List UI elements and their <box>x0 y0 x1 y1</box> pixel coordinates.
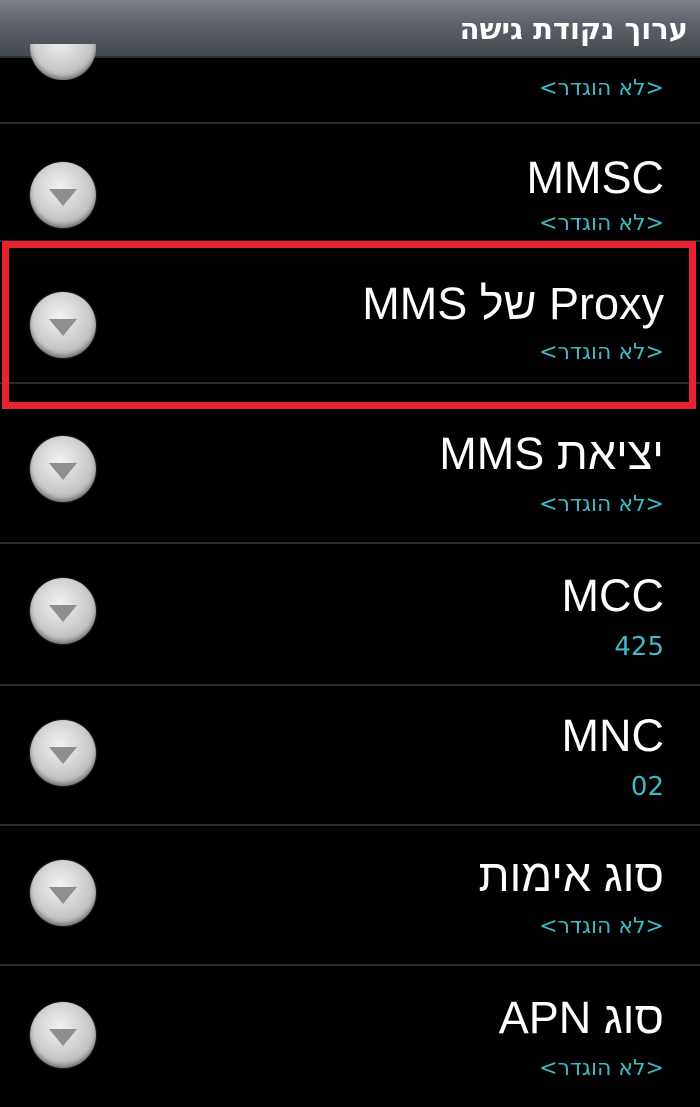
list-item-label: MMSC <box>526 152 664 203</box>
list-item-mcc[interactable]: MCC 425 <box>0 544 700 686</box>
chevron-down-button[interactable] <box>30 436 96 502</box>
list-item-mms-port[interactable]: יציאת MMS <לא הוגדר> <box>0 384 700 544</box>
list-item-value: <לא הוגדר> <box>539 76 664 101</box>
list-item-label: MCC <box>561 570 664 621</box>
list-item-value: <לא הוגדר> <box>539 211 664 236</box>
list-item-label: סוג APN <box>498 992 664 1043</box>
list-item-value: 02 <box>630 772 664 802</box>
chevron-down-button[interactable] <box>30 720 96 786</box>
chevron-down-button[interactable] <box>30 292 96 358</box>
list-item-value: <לא הוגדר> <box>539 1056 664 1081</box>
chevron-down-icon <box>49 189 77 206</box>
list-item-apn-type[interactable]: סוג APN <לא הוגדר> <box>0 966 700 1107</box>
chevron-down-icon <box>49 319 77 336</box>
list-item-partial[interactable]: <לא הוגדר> <box>0 44 700 124</box>
list-item-label: MNC <box>561 710 664 761</box>
chevron-down-icon <box>30 44 96 80</box>
list-item-label: סוג אימות <box>478 850 664 901</box>
list-item-value: <לא הוגדר> <box>539 914 664 939</box>
list-item-mmsc[interactable]: MMSC <לא הוגדר> <box>0 124 700 242</box>
chevron-down-icon <box>49 605 77 622</box>
chevron-down-button[interactable] <box>30 44 96 80</box>
chevron-down-icon <box>49 747 77 764</box>
list-item-value: 425 <box>614 632 664 662</box>
list-item-value: <לא הוגדר> <box>539 492 664 517</box>
list-item-mms-proxy[interactable]: Proxy של MMS <לא הוגדר> <box>0 242 700 384</box>
chevron-down-icon <box>49 1029 77 1046</box>
page-title: ערוך נקודת גישה <box>459 12 688 46</box>
chevron-down-button[interactable] <box>30 162 96 228</box>
chevron-down-button[interactable] <box>30 578 96 644</box>
list-item-label: יציאת MMS <box>439 428 664 479</box>
chevron-down-button[interactable] <box>30 860 96 926</box>
list-item-mnc[interactable]: MNC 02 <box>0 686 700 826</box>
chevron-down-icon <box>49 463 77 480</box>
list-item-label: Proxy של MMS <box>362 278 664 329</box>
chevron-down-button[interactable] <box>30 1002 96 1068</box>
list-item-auth-type[interactable]: סוג אימות <לא הוגדר> <box>0 826 700 966</box>
chevron-down-icon <box>49 887 77 904</box>
list-item-value: <לא הוגדר> <box>539 340 664 365</box>
title-bar: ערוך נקודת גישה <box>0 0 700 58</box>
